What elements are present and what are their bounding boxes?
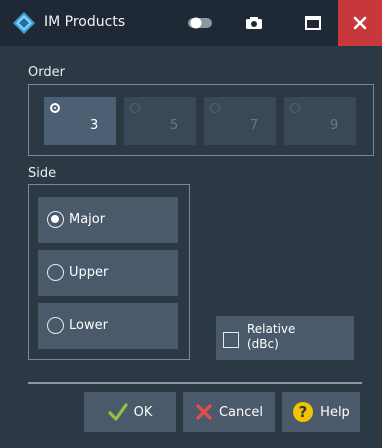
order-option-label: 7	[250, 118, 259, 133]
camera-icon	[246, 17, 262, 29]
radio-indicator	[210, 103, 220, 113]
checkmark-icon	[108, 403, 128, 421]
relative-label-line2: (dBc)	[247, 337, 279, 351]
relative-dbc-checkbox[interactable]: Relative (dBc)	[216, 316, 354, 360]
order-label: Order	[28, 65, 65, 80]
order-option-5[interactable]: 5	[124, 97, 196, 145]
radio-indicator	[47, 317, 64, 334]
radio-indicator	[47, 264, 64, 281]
help-icon: ?	[293, 402, 314, 422]
radio-indicator	[50, 103, 60, 113]
side-option-lower[interactable]: Lower	[38, 303, 178, 349]
help-label: Help	[320, 404, 350, 420]
checkbox-indicator	[223, 332, 239, 348]
cancel-label: Cancel	[218, 404, 264, 420]
order-option-3[interactable]: 3	[44, 97, 116, 145]
app-logo-icon	[13, 12, 35, 34]
relative-label: Relative (dBc)	[247, 322, 295, 352]
side-label: Side	[28, 166, 57, 181]
maximize-button[interactable]	[290, 0, 336, 46]
svg-text:?: ?	[299, 403, 308, 421]
radio-indicator	[290, 103, 300, 113]
title-bar: IM Products	[0, 0, 382, 46]
order-option-label: 9	[330, 118, 339, 133]
help-button[interactable]: ? Help	[282, 392, 360, 432]
side-option-label: Lower	[69, 318, 108, 333]
close-button[interactable]	[338, 0, 382, 46]
footer-divider	[28, 382, 362, 384]
radio-indicator	[130, 103, 140, 113]
ok-label: OK	[133, 404, 153, 420]
cancel-x-icon	[196, 404, 212, 420]
radio-indicator	[47, 211, 64, 228]
side-option-label: Major	[69, 212, 106, 227]
side-option-label: Upper	[69, 265, 109, 280]
screenshot-button[interactable]	[234, 0, 274, 46]
toggle-icon	[188, 17, 212, 29]
ok-button[interactable]: OK	[84, 392, 176, 432]
toggle-button[interactable]	[180, 0, 220, 46]
side-option-major[interactable]: Major	[38, 197, 178, 243]
cancel-button[interactable]: Cancel	[183, 392, 275, 432]
order-option-7[interactable]: 7	[204, 97, 276, 145]
order-option-label: 5	[170, 118, 179, 133]
side-option-upper[interactable]: Upper	[38, 250, 178, 296]
order-option-label: 3	[90, 118, 99, 133]
order-option-9[interactable]: 9	[284, 97, 356, 145]
maximize-icon	[305, 16, 321, 30]
relative-label-line1: Relative	[247, 322, 296, 336]
close-icon	[353, 16, 367, 30]
window-title: IM Products	[44, 14, 126, 30]
